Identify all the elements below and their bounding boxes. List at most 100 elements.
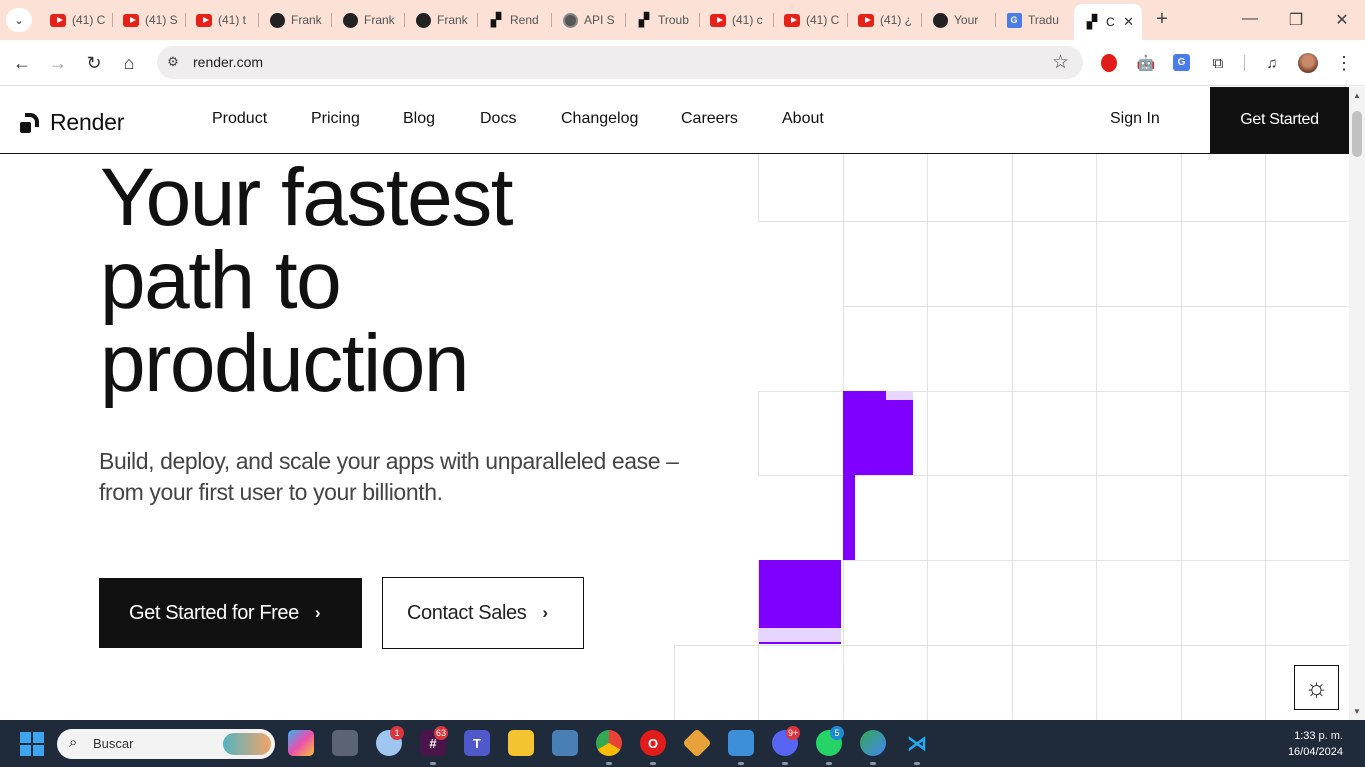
browser-tab-active[interactable]: ▞ C ✕ [1074,4,1142,40]
media-controls-icon[interactable]: ♫ [1262,53,1282,73]
site-info-icon[interactable]: ⚙ [165,54,181,70]
browser-tab[interactable]: G Tradu [996,6,1074,34]
tab-title: API S [584,13,615,27]
theme-toggle-button[interactable]: ☼ [1294,665,1339,710]
vscode-icon[interactable]: ⋊ [904,730,930,756]
browser-tab[interactable]: Your [922,6,996,34]
nav-link-about[interactable]: About [782,110,824,128]
browser-tab[interactable]: API S [552,6,626,34]
browser-tab[interactable]: Frank [405,6,478,34]
address-bar[interactable]: ⚙ render.com ☆ [157,46,1083,79]
tab-search-chevron-icon[interactable]: ⌄ [6,8,32,32]
photos-icon[interactable] [552,730,578,756]
notepad-icon[interactable] [728,730,754,756]
browser-tab[interactable]: Frank [332,6,405,34]
robot-extension-icon[interactable]: 🤖 [1136,53,1156,73]
browser-tab[interactable]: Frank [259,6,332,34]
running-indicator [650,762,656,765]
extensions-puzzle-icon[interactable]: ⧉ [1208,53,1228,73]
browser-tab[interactable]: (41) t [186,6,259,34]
nav-link-product[interactable]: Product [212,110,267,128]
chrome-icon[interactable] [596,730,622,756]
scrollbar-thumb[interactable] [1352,111,1362,157]
browser-tab[interactable]: (41) c [700,6,774,34]
tab-title: (41) c [732,13,763,27]
opera-extension-icon[interactable] [1101,54,1117,72]
close-tab-icon[interactable]: ✕ [1123,14,1134,30]
globe-icon [562,12,578,28]
profile-avatar[interactable] [1298,53,1318,73]
opera-icon[interactable]: O [640,730,666,756]
hero-title-line: Your fastest [100,152,514,243]
tab-title: (41) S [145,13,178,27]
get-started-button[interactable]: Get Started [1210,87,1349,153]
contact-sales-button[interactable]: Contact Sales › [382,577,584,649]
hero-title-line: production [100,318,469,409]
scroll-down-arrow-icon[interactable]: ▼ [1353,707,1361,716]
page-scrollbar[interactable]: ▲ ▼ [1349,87,1365,720]
home-icon[interactable]: ⌂ [118,52,140,74]
running-indicator [782,762,788,765]
sun-icon: ☼ [1304,672,1329,702]
copilot-icon[interactable] [288,730,314,756]
browser-tab[interactable]: (41) S [113,6,186,34]
google-translate-extension-icon[interactable]: G [1173,54,1190,71]
nav-link-blog[interactable]: Blog [403,110,435,128]
clock-date: 16/04/2024 [1287,746,1343,758]
running-indicator [914,762,920,765]
bookmark-star-icon[interactable]: ☆ [1052,51,1069,74]
git-icon[interactable] [682,728,712,758]
hero-grid-illustration [660,154,1349,720]
purple-block-highlight [759,628,841,642]
browser-tab[interactable]: ▞ Troub [626,6,700,34]
running-indicator [826,762,832,765]
restore-icon[interactable]: ❐ [1286,10,1306,30]
browser-tab[interactable]: (41) C [40,6,113,34]
windows-start-icon[interactable] [20,732,44,756]
browser-tab[interactable]: (41) C [774,6,848,34]
browser-tab[interactable]: ▞ Rend [478,6,552,34]
minimize-icon[interactable]: — [1240,10,1260,28]
hero-title-line: path to [100,235,342,326]
file-explorer-icon[interactable] [508,730,534,756]
render-icon: ▞ [639,12,649,27]
task-view-icon[interactable] [332,730,358,756]
reload-icon[interactable]: ↻ [83,52,105,74]
windows-taskbar: ⌕ Buscar 1 # 63 T O 9+ 5 ⋊ 1:33 p. m. 16… [0,720,1365,767]
forward-arrow-icon[interactable]: → [47,52,69,74]
taskbar-search-box[interactable]: ⌕ Buscar [57,729,275,759]
render-logo[interactable]: Render [20,109,124,136]
back-arrow-icon[interactable]: ← [11,52,33,74]
nav-link-docs[interactable]: Docs [480,110,516,128]
get-started-free-button[interactable]: Get Started for Free › [99,578,362,648]
url-text[interactable]: render.com [193,54,263,70]
new-tab-button[interactable]: + [1152,8,1172,32]
sign-in-link[interactable]: Sign In [1110,110,1160,128]
nav-link-pricing[interactable]: Pricing [311,110,360,128]
youtube-icon [50,12,66,28]
tab-title: (41) t [218,13,247,27]
render-logo-mark-icon [20,113,40,133]
hero-subtitle: Build, deploy, and scale your apps with … [99,448,679,505]
notification-badge: 1 [390,726,404,740]
close-window-icon[interactable]: ✕ [1332,10,1352,30]
search-icon: ⌕ [69,734,78,751]
chevron-right-icon: › [542,603,548,622]
github-icon [269,12,285,28]
toolbar-divider [1244,55,1245,71]
browser-tab[interactable]: (41) ¿ [848,6,922,34]
nav-link-careers[interactable]: Careers [681,110,738,128]
system-clock[interactable]: 1:33 p. m. 16/04/2024 [1288,728,1343,760]
purple-block-highlight [886,391,913,400]
maps-icon[interactable] [860,730,886,756]
teams-icon[interactable]: T [464,730,490,756]
tab-title: Troub [658,13,689,27]
tab-title: Your [954,13,979,27]
github-icon [342,12,358,28]
nav-link-changelog[interactable]: Changelog [561,110,638,128]
purple-block [843,391,913,475]
running-indicator [606,762,612,765]
browser-menu-icon[interactable]: ⋮ [1334,53,1354,73]
scroll-up-arrow-icon[interactable]: ▲ [1353,91,1361,100]
tab-title: (41) ¿ [880,13,913,27]
